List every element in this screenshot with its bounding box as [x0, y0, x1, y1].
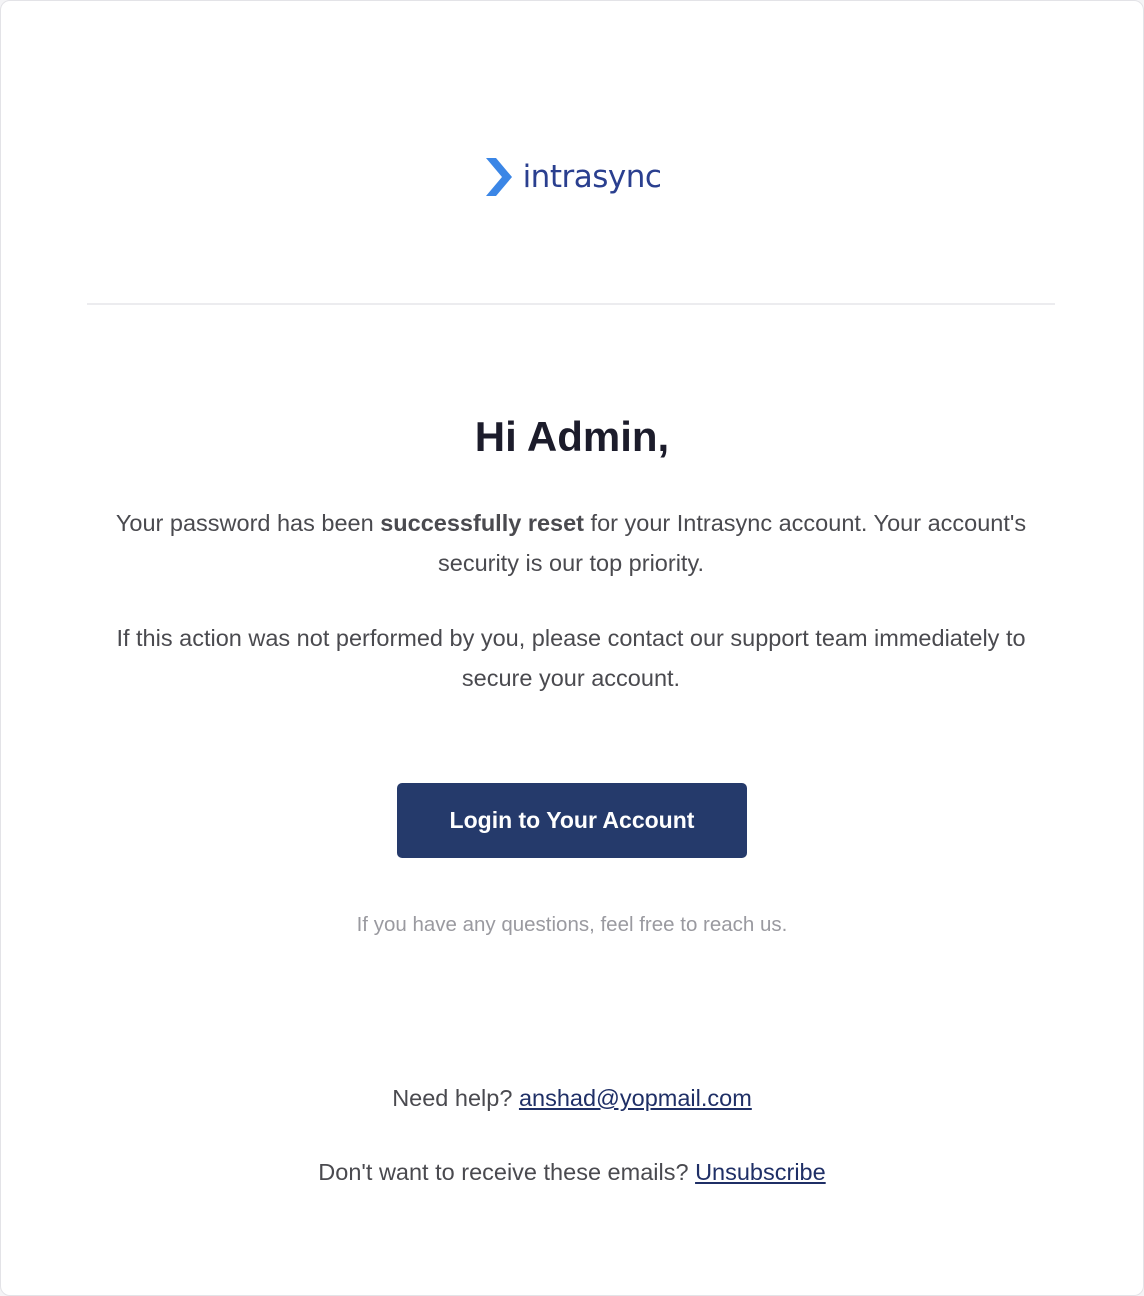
brand-name: intrasync: [522, 159, 662, 195]
unsubscribe-line: Don't want to receive these emails? Unsu…: [318, 1159, 826, 1185]
login-button[interactable]: Login to Your Account: [397, 783, 747, 858]
help-line: Need help? anshad@yopmail.com: [392, 1085, 752, 1111]
login-button-label: Login to Your Account: [449, 807, 695, 833]
security-warning-text: If this action was not performed by you,…: [116, 625, 1026, 691]
reset-confirmation-text: Your password has been successfully rese…: [115, 510, 1027, 576]
greeting-heading: Hi Admin,: [474, 413, 670, 460]
unsubscribe-link[interactable]: Unsubscribe: [695, 1159, 826, 1185]
support-email-link[interactable]: anshad@yopmail.com: [519, 1085, 752, 1111]
reset-emphasis: successfully reset: [380, 510, 585, 536]
brand-logo: intrasync: [1, 155, 1143, 199]
chevron-right-icon: [485, 158, 512, 196]
questions-note: If you have any questions, feel free to …: [356, 913, 788, 936]
header-divider: [87, 303, 1055, 305]
email-card: intrasync Hi Admin, Your password has be…: [0, 0, 1144, 1296]
